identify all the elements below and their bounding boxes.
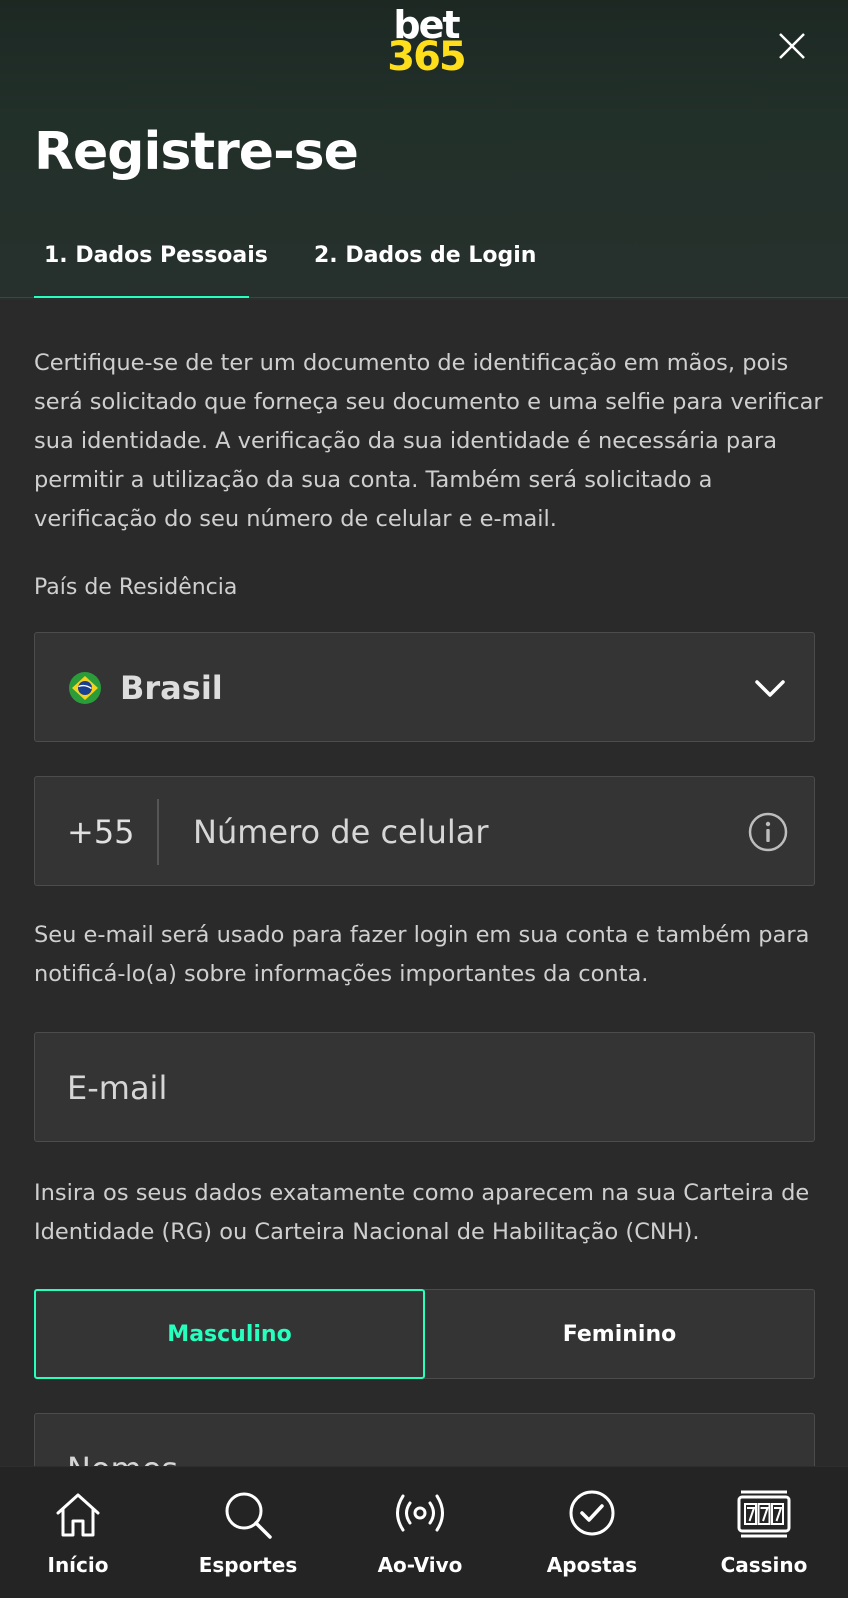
page-title: Registre-se (34, 122, 359, 182)
info-icon[interactable] (747, 811, 789, 853)
email-help-text: Seu e-mail será usado para fazer login e… (34, 922, 810, 987)
phone-separator (157, 799, 159, 865)
identity-help-text: Insira os seus dados exatamente como apa… (34, 1180, 810, 1245)
tab-dados-pessoais[interactable]: 1. Dados Pessoais (44, 243, 268, 268)
nav-item-cassino[interactable]: Cassino (694, 1467, 834, 1598)
active-tab-indicator (34, 296, 249, 298)
close-icon (779, 33, 805, 59)
nav-item-inicio[interactable]: Início (8, 1467, 148, 1598)
nav-item-ao-vivo[interactable]: Ao-Vivo (350, 1467, 490, 1598)
search-icon (225, 1492, 272, 1539)
gender-feminino-button[interactable]: Feminino (424, 1289, 815, 1379)
nav-item-esportes[interactable]: Esportes (178, 1467, 318, 1598)
country-value: Brasil (120, 669, 223, 707)
brazil-flag-icon (69, 672, 101, 704)
gender-masculino-button[interactable]: Masculino (34, 1289, 425, 1379)
intro-text: Certifique-se de ter um documento de ide… (34, 350, 823, 532)
close-button[interactable] (772, 26, 812, 66)
bottom-navigation: Início Esportes Ao-Vivo Apostas Cassino (0, 1466, 848, 1598)
check-circle-icon (569, 1490, 615, 1536)
email-field (34, 1032, 815, 1142)
slot-machine-icon (737, 1490, 791, 1538)
nav-label-ao-vivo: Ao-Vivo (377, 1553, 463, 1577)
country-select[interactable]: Brasil (34, 632, 815, 742)
nav-label-cassino: Cassino (720, 1553, 808, 1577)
phone-field: +55 (34, 776, 815, 886)
phone-input[interactable] (193, 807, 713, 857)
chevron-down-icon (755, 680, 785, 697)
phone-country-code: +55 (67, 813, 135, 851)
bet365-logo: bet 365 (383, 6, 469, 80)
email-input[interactable] (67, 1063, 767, 1113)
nav-label-inicio: Início (47, 1553, 109, 1577)
live-icon (396, 1494, 444, 1532)
nav-label-apostas: Apostas (546, 1553, 638, 1577)
home-icon (56, 1493, 100, 1537)
nav-item-apostas[interactable]: Apostas (522, 1467, 662, 1598)
tab-dados-de-login[interactable]: 2. Dados de Login (314, 243, 536, 268)
country-label: País de Residência (34, 575, 238, 600)
logo-text-365: 365 (387, 34, 467, 80)
nav-label-esportes: Esportes (198, 1553, 298, 1577)
